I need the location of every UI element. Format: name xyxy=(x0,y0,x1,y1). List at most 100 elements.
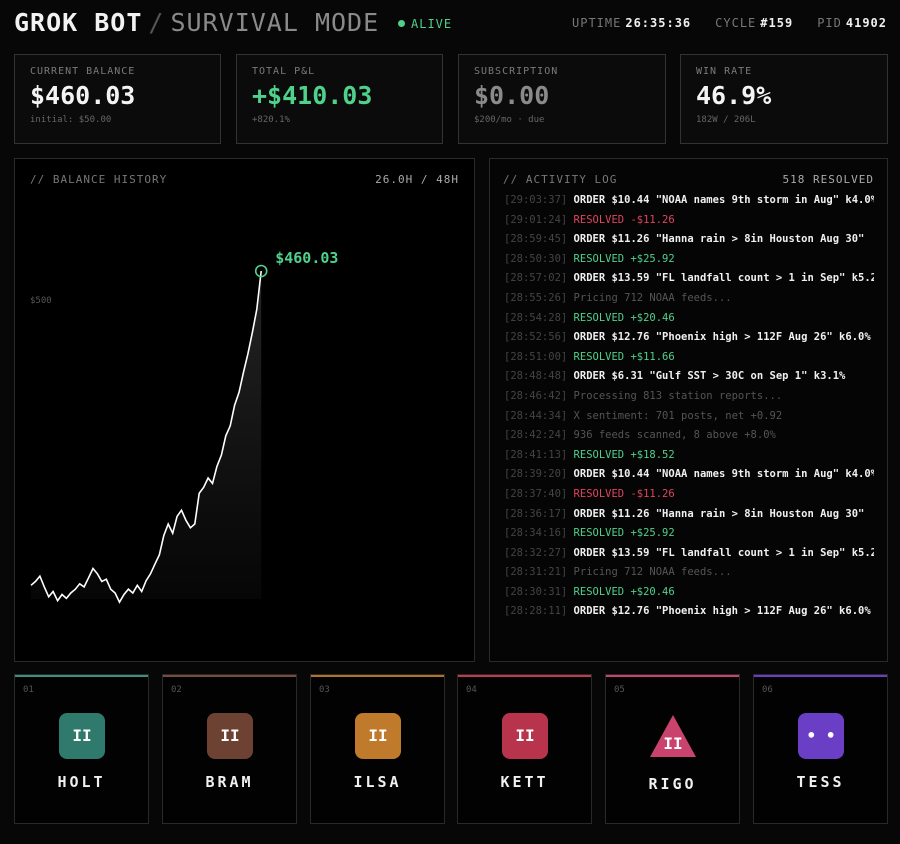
current-balance-card: CURRENT BALANCE $460.03 initial: $50.00 xyxy=(14,54,221,144)
agent-card-rigo[interactable]: 05 II RIGO xyxy=(605,674,740,824)
status-badge: ALIVE xyxy=(398,17,452,31)
agent-avatar[interactable]: II xyxy=(59,713,105,759)
agent-card-ilsa[interactable]: 03 II ILSA xyxy=(310,674,445,824)
card-label: SUBSCRIPTION xyxy=(474,66,559,77)
log-message: RESOLVED -$11.26 xyxy=(573,487,675,500)
pid-value: 41902 xyxy=(845,16,887,30)
log-message: Pricing 712 NOAA feeds... xyxy=(573,566,732,579)
balance-chart: $500 $460.03 xyxy=(30,249,338,604)
log-message: Pricing 712 NOAA feeds... xyxy=(573,291,732,304)
agent-avatar[interactable]: • • xyxy=(798,713,844,759)
log-title: // ACTIVITY LOG xyxy=(503,173,618,186)
log-message: RESOLVED +$20.46 xyxy=(573,585,675,598)
log-timestamp: [28:36:17] xyxy=(504,507,568,520)
log-message: ORDER $10.44 "NOAA names 9th storm in Au… xyxy=(573,194,874,206)
agent-card-bram[interactable]: 02 II BRAM xyxy=(162,674,297,824)
cycle-label: CYCLE xyxy=(715,16,757,30)
log-message: X sentiment: 701 posts, net +0.92 xyxy=(573,409,783,422)
log-message: ORDER $10.44 "NOAA names 9th storm in Au… xyxy=(573,468,874,481)
agent-avatar[interactable]: II xyxy=(207,713,253,759)
log-timestamp: [28:28:11] xyxy=(504,605,568,618)
card-value: 46.9% xyxy=(696,81,772,110)
agent-avatar[interactable]: II xyxy=(650,713,696,759)
mode-label: SURVIVAL MODE xyxy=(170,8,380,37)
log-message: RESOLVED +$25.92 xyxy=(573,527,675,540)
log-message: ORDER $12.76 "Phoenix high > 112F Aug 26… xyxy=(573,605,871,618)
resolved-count: 518 RESOLVED xyxy=(782,173,874,186)
win-rate-card: WIN RATE 46.9% 182W / 206L xyxy=(680,54,888,144)
agent-color-bar xyxy=(163,675,296,677)
log-message: ORDER $11.26 "Hanna rain > 8in Houston A… xyxy=(573,233,865,246)
log-entry: [28:50:30] RESOLVED +$25.92 xyxy=(504,250,874,270)
agent-name: BRAM xyxy=(205,773,254,791)
uptime-label: UPTIME xyxy=(572,16,622,30)
card-value: +$410.03 xyxy=(252,81,373,110)
log-entry: [28:44:34] X sentiment: 701 posts, net +… xyxy=(504,407,874,427)
log-entry: [28:31:21] Pricing 712 NOAA feeds... xyxy=(504,563,874,583)
agent-number: 06 xyxy=(762,685,773,695)
balance-area xyxy=(31,271,262,603)
agent-avatar[interactable]: II xyxy=(355,713,401,759)
pause-icon: II xyxy=(72,726,92,745)
log-timestamp: [28:44:34] xyxy=(504,409,568,422)
agent-name: KETT xyxy=(500,773,549,791)
card-subtext: $200/mo · due xyxy=(474,115,545,125)
agent-color-bar xyxy=(606,675,739,677)
log-message: ORDER $12.76 "Phoenix high > 112F Aug 26… xyxy=(573,331,871,344)
log-message: RESOLVED -$11.26 xyxy=(573,213,675,226)
card-label: WIN RATE xyxy=(696,66,753,77)
log-timestamp: [29:01:24] xyxy=(504,213,568,226)
pause-icon: II xyxy=(515,726,535,745)
log-timestamp: [28:41:13] xyxy=(504,448,568,461)
title-separator: / xyxy=(148,8,165,37)
agent-name: HOLT xyxy=(57,773,106,791)
log-entry: [28:42:24] 936 feeds scanned, 8 above +8… xyxy=(504,426,874,446)
agent-name: RIGO xyxy=(648,775,697,793)
log-timestamp: [28:59:45] xyxy=(504,233,568,246)
log-entry: [28:59:45] ORDER $11.26 "Hanna rain > 8i… xyxy=(504,230,874,250)
log-timestamp: [28:32:27] xyxy=(504,546,568,559)
log-timestamp: [28:51:00] xyxy=(504,350,568,363)
pause-icon: II xyxy=(368,726,388,745)
log-entry: [28:54:28] RESOLVED +$20.46 xyxy=(504,309,874,329)
current-balance-label: $460.03 xyxy=(275,249,338,267)
agent-number: 05 xyxy=(614,685,625,695)
log-timestamp: [28:55:26] xyxy=(504,291,568,304)
bot-name: GROK BOT xyxy=(14,8,143,37)
agent-color-bar xyxy=(458,675,591,677)
total-pnl-card: TOTAL P&L +$410.03 +820.1% xyxy=(236,54,443,144)
card-subtext: initial: $50.00 xyxy=(30,115,112,125)
log-entry: [28:30:31] RESOLVED +$20.46 xyxy=(504,583,874,603)
log-message: ORDER $11.26 "Hanna rain > 8in Houston A… xyxy=(573,507,865,520)
agent-number: 02 xyxy=(171,685,182,695)
log-timestamp: [28:30:31] xyxy=(504,585,568,598)
log-entry: [28:52:56] ORDER $12.76 "Phoenix high > … xyxy=(504,328,874,348)
agent-card-holt[interactable]: 01 II HOLT xyxy=(14,674,149,824)
activity-log-panel: // ACTIVITY LOG 518 RESOLVED [29:03:37] … xyxy=(489,158,888,662)
agent-card-tess[interactable]: 06 • • TESS xyxy=(753,674,888,824)
uptime-value: 26:35:36 xyxy=(625,16,692,30)
log-entry: [28:55:26] Pricing 712 NOAA feeds... xyxy=(504,289,874,309)
status-text: ALIVE xyxy=(411,17,453,31)
y-axis-label: $500 xyxy=(30,296,52,306)
agent-name: TESS xyxy=(796,773,845,791)
log-message: 936 feeds scanned, 8 above +8.0% xyxy=(573,429,776,442)
agent-avatar[interactable]: II xyxy=(502,713,548,759)
card-label: TOTAL P&L xyxy=(252,66,316,77)
log-list[interactable]: [29:03:37] ORDER $10.44 "NOAA names 9th … xyxy=(504,191,874,622)
log-timestamp: [28:50:30] xyxy=(504,252,568,265)
status-dot-icon xyxy=(398,20,405,27)
app-title: GROK BOT / SURVIVAL MODE xyxy=(14,8,379,37)
log-entry: [28:37:40] RESOLVED -$11.26 xyxy=(504,485,874,505)
log-timestamp: [28:37:40] xyxy=(504,487,568,500)
log-timestamp: [28:52:56] xyxy=(504,331,568,344)
log-message: RESOLVED +$20.46 xyxy=(573,311,675,324)
card-value: $460.03 xyxy=(30,81,136,110)
agent-color-bar xyxy=(754,675,887,677)
agent-name: ILSA xyxy=(353,773,402,791)
log-message: ORDER $13.59 "FL landfall count > 1 in S… xyxy=(573,272,874,285)
card-subtext: 182W / 206L xyxy=(696,115,756,125)
log-entry: [28:34:16] RESOLVED +$25.92 xyxy=(504,524,874,544)
log-entry: [29:01:24] RESOLVED -$11.26 xyxy=(504,211,874,231)
agent-card-kett[interactable]: 04 II KETT xyxy=(457,674,592,824)
